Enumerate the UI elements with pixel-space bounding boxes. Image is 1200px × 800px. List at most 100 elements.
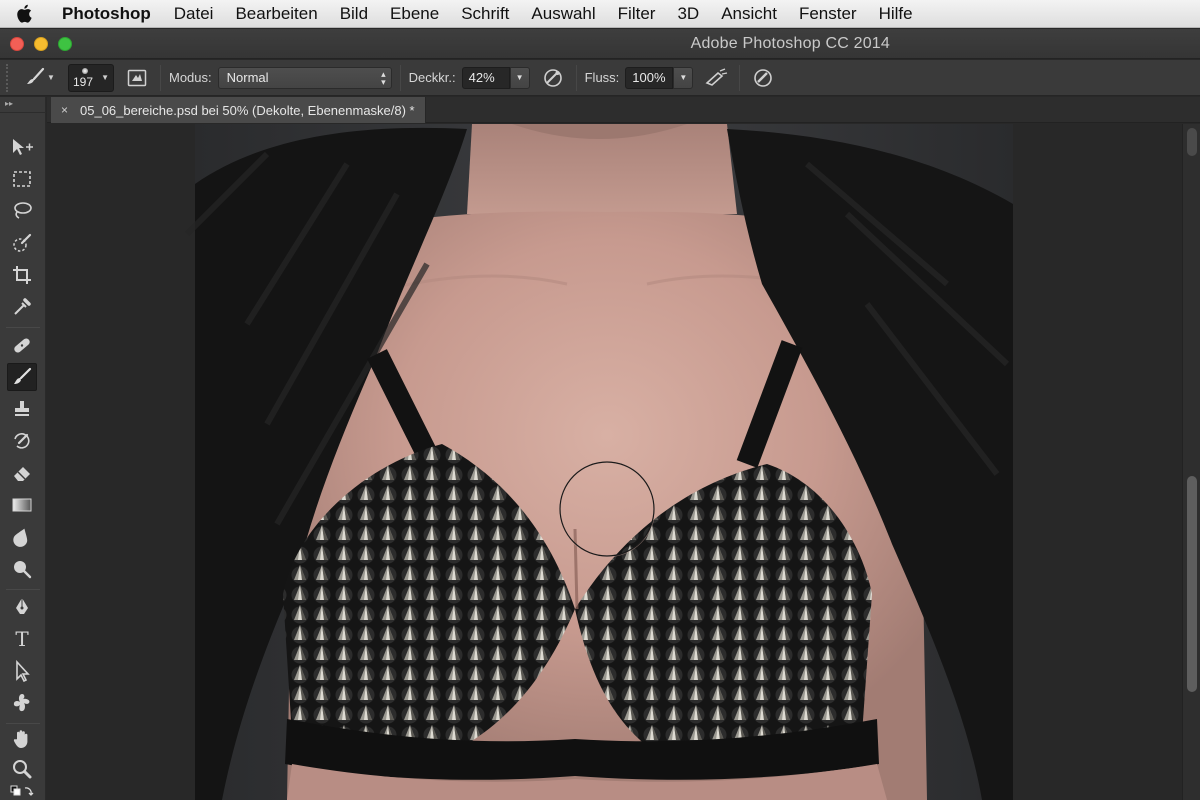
tools-separator — [6, 327, 40, 328]
close-tab-icon[interactable]: × — [61, 103, 68, 117]
rect-marquee-icon — [13, 171, 31, 187]
hand-tool[interactable] — [7, 725, 37, 753]
flow-label: Fluss: — [584, 70, 620, 85]
chevron-down-icon: ▼ — [679, 73, 688, 82]
options-bar-grip[interactable] — [6, 63, 18, 92]
chevron-down-icon: ▼ — [101, 72, 109, 82]
chevron-down-icon: ▼ — [47, 73, 55, 82]
blur-tool[interactable] — [7, 523, 37, 551]
window-title-bar: Adobe Photoshop CC 2014 — [0, 29, 1200, 59]
opacity-label: Deckkr.: — [408, 70, 456, 85]
zoom-tool[interactable] — [7, 755, 37, 783]
menu-auswahl[interactable]: Auswahl — [520, 0, 606, 28]
brush-panel-toggle-button[interactable] — [122, 64, 152, 92]
eyedropper-tool[interactable] — [7, 293, 37, 321]
flow-field[interactable]: 100% — [625, 66, 674, 89]
menu-hilfe[interactable]: Hilfe — [868, 0, 924, 28]
menu-filter[interactable]: Filter — [607, 0, 667, 28]
healing-brush-tool[interactable] — [7, 331, 37, 359]
window-close-button[interactable] — [10, 37, 24, 51]
custom-shape-icon — [13, 694, 30, 712]
pressure-opacity-icon — [543, 68, 562, 87]
menu-ebene[interactable]: Ebene — [379, 0, 450, 28]
chevron-down-icon: ▼ — [515, 73, 524, 82]
menu-app-photoshop[interactable]: Photoshop — [48, 0, 163, 28]
airbrush-button[interactable] — [701, 64, 731, 92]
document-canvas[interactable] — [47, 124, 1182, 800]
pen-tool[interactable] — [7, 593, 37, 621]
flow-dropdown-button[interactable]: ▼ — [673, 66, 694, 89]
default-colors-button[interactable] — [7, 781, 37, 799]
eyedropper-icon — [14, 298, 31, 315]
document-tab[interactable]: × 05_06_bereiche.psd bei 50% (Dekolte, E… — [51, 97, 426, 123]
scrollbar-thumb[interactable] — [1187, 476, 1197, 692]
crop-tool[interactable] — [7, 261, 37, 289]
type-tool[interactable]: T — [7, 625, 37, 653]
move-tool[interactable] — [7, 133, 37, 161]
hand-icon — [13, 730, 28, 748]
menu-3d[interactable]: 3D — [666, 0, 710, 28]
crop-icon — [13, 266, 31, 284]
blend-mode-value: Normal — [226, 70, 269, 85]
history-brush-icon — [14, 433, 30, 449]
dodge-icon — [14, 561, 32, 579]
updown-arrows-icon: ▴ ▾ — [381, 68, 386, 87]
pressure-size-button[interactable] — [748, 64, 778, 92]
document-tab-bar: × 05_06_bereiche.psd bei 50% (Dekolte, E… — [47, 97, 1200, 123]
type-icon: T — [15, 627, 29, 651]
history-brush-tool[interactable] — [7, 427, 37, 455]
eraser-tool[interactable] — [7, 459, 37, 487]
window-title: Adobe Photoshop CC 2014 — [690, 35, 890, 52]
scrollbar-track-top — [1187, 128, 1197, 156]
default-colors-icon — [10, 785, 34, 796]
path-select-icon — [16, 660, 30, 682]
vertical-scrollbar[interactable] — [1182, 124, 1200, 800]
tools-panel-collapse[interactable]: ▸▸ — [0, 97, 46, 113]
menu-datei[interactable]: Datei — [163, 0, 225, 28]
marquee-tool[interactable] — [7, 165, 37, 193]
quick-selection-tool[interactable] — [7, 229, 37, 257]
dodge-tool[interactable] — [7, 555, 37, 583]
brush-size-picker[interactable]: 197 ▼ — [68, 63, 114, 92]
menu-bild[interactable]: Bild — [329, 0, 379, 28]
pen-icon — [16, 598, 28, 614]
path-selection-tool[interactable] — [7, 657, 37, 685]
pressure-size-icon — [754, 68, 773, 87]
shape-tool[interactable] — [7, 689, 37, 717]
menu-fenster[interactable]: Fenster — [788, 0, 868, 28]
lasso-tool[interactable] — [7, 197, 37, 225]
brush-size-value: 197 — [73, 74, 94, 89]
blend-mode-select[interactable]: Normal ▴ ▾ — [217, 66, 392, 89]
canvas-area[interactable] — [47, 124, 1182, 800]
menu-schrift[interactable]: Schrift — [450, 0, 520, 28]
quick-select-icon — [13, 233, 32, 252]
stamp-icon — [15, 401, 29, 416]
options-bar: ▼ 197 ▼ Modus: Normal ▴▾ Deckkr.: 42% ▼ — [0, 60, 1200, 96]
bandage-icon — [14, 338, 30, 353]
brush-icon — [14, 367, 32, 384]
tool-preset-picker[interactable]: ▼ — [18, 64, 60, 92]
brush-tool[interactable] — [7, 363, 37, 391]
options-separator — [575, 64, 577, 91]
clone-stamp-tool[interactable] — [7, 395, 37, 423]
mode-label: Modus: — [169, 70, 212, 85]
opacity-dropdown-button[interactable]: ▼ — [509, 66, 530, 89]
menu-ansicht[interactable]: Ansicht — [710, 0, 788, 28]
pressure-opacity-button[interactable] — [538, 64, 568, 92]
options-separator — [399, 64, 401, 91]
tools-separator — [6, 589, 40, 590]
window-zoom-button[interactable] — [58, 37, 72, 51]
lasso-icon — [14, 202, 32, 219]
brush-tip-icon — [82, 67, 88, 74]
tools-panel: ▸▸ T — [0, 97, 46, 800]
options-separator — [160, 64, 161, 91]
options-separator — [739, 64, 741, 91]
window-minimize-button[interactable] — [34, 37, 48, 51]
gradient-tool[interactable] — [7, 491, 37, 519]
brush-preset-icon — [27, 67, 45, 84]
apple-menu[interactable] — [0, 0, 48, 28]
opacity-field[interactable]: 42% — [461, 66, 510, 89]
eraser-icon — [14, 467, 30, 481]
brush-panel-icon — [127, 69, 147, 86]
menu-bearbeiten[interactable]: Bearbeiten — [224, 0, 328, 28]
